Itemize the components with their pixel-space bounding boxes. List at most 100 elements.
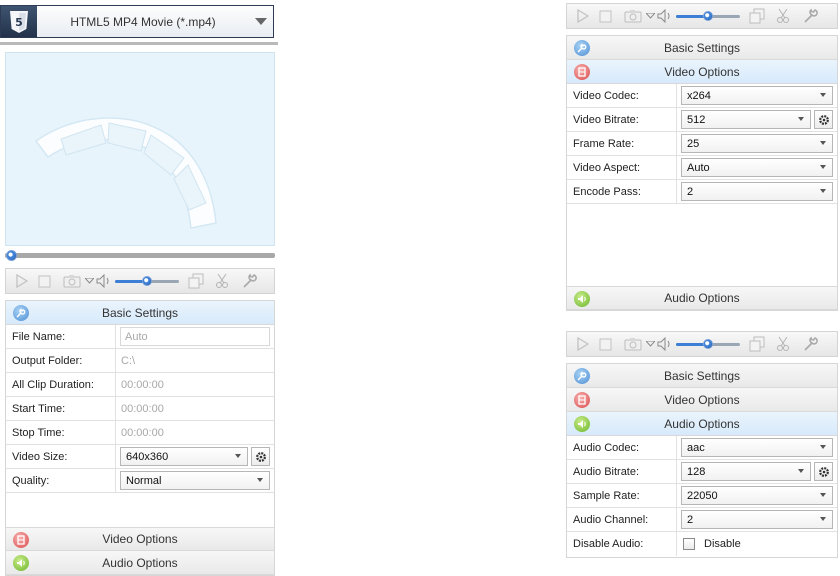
scissors-icon[interactable]: [211, 270, 233, 292]
basic-settings-header[interactable]: Basic Settings: [6, 301, 274, 325]
encode-pass-select[interactable]: 2: [681, 182, 833, 201]
snapshot-icon[interactable]: [622, 333, 644, 355]
basic-settings-title: Basic Settings: [663, 40, 741, 55]
audio-channel-select[interactable]: 2: [681, 510, 833, 529]
play-icon[interactable]: [572, 333, 594, 355]
player-toolbar-2: [566, 3, 838, 29]
video-aspect-label: Video Aspect:: [567, 156, 677, 179]
video-bitrate-select[interactable]: 512: [681, 110, 811, 129]
video-size-select[interactable]: 640x360: [120, 447, 248, 466]
audio-bitrate-value: 128: [687, 465, 706, 478]
audio-codec-select[interactable]: aac: [681, 438, 833, 457]
row-start-time: Start Time: 00:00:00: [6, 397, 274, 421]
basic-settings-header[interactable]: Basic Settings: [567, 364, 837, 388]
output-folder-value[interactable]: C:\: [120, 355, 135, 367]
speaker-icon: [13, 555, 29, 571]
file-name-placeholder: Auto: [125, 330, 148, 343]
snapshot-menu-chevron-icon[interactable]: [644, 5, 656, 27]
wrench-icon[interactable]: [800, 333, 822, 355]
stop-time-value[interactable]: 00:00:00: [120, 427, 164, 439]
row-frame-rate: Frame Rate: 25: [567, 132, 837, 156]
row-stop-time: Stop Time: 00:00:00: [6, 421, 274, 445]
volume-knob[interactable]: [703, 11, 713, 21]
chevron-down-icon: [798, 117, 804, 121]
volume-slider[interactable]: [674, 5, 742, 27]
video-size-label: Video Size:: [6, 445, 116, 468]
film-icon: [574, 392, 590, 408]
snapshot-menu-chevron-icon[interactable]: [644, 333, 656, 355]
copy-icon[interactable]: [746, 5, 768, 27]
stop-icon[interactable]: [33, 270, 55, 292]
row-quality: Quality: Normal: [6, 469, 274, 493]
video-codec-select[interactable]: x264: [681, 86, 833, 105]
speaker-icon: [574, 416, 590, 432]
speaker-icon: [574, 291, 590, 307]
video-options-header[interactable]: Video Options: [567, 388, 837, 412]
frame-rate-select[interactable]: 25: [681, 134, 833, 153]
video-options-header[interactable]: Video Options: [6, 527, 274, 551]
chevron-down-icon: [820, 445, 826, 449]
audio-options-header[interactable]: Audio Options: [567, 286, 837, 310]
chevron-down-icon: [820, 93, 826, 97]
gear-icon[interactable]: [814, 110, 833, 129]
wrench-icon: [574, 368, 590, 384]
scissors-icon[interactable]: [772, 333, 794, 355]
sample-rate-select[interactable]: 22050: [681, 486, 833, 505]
file-name-label: File Name:: [6, 325, 116, 348]
audio-options-title: Audio Options: [664, 291, 740, 305]
volume-icon[interactable]: [95, 270, 113, 292]
video-aspect-select[interactable]: Auto: [681, 158, 833, 177]
volume-slider[interactable]: [113, 270, 181, 292]
divider: [0, 42, 278, 45]
seek-knob[interactable]: [6, 250, 17, 261]
audio-options-header[interactable]: Audio Options: [567, 412, 837, 436]
snapshot-icon[interactable]: [61, 270, 83, 292]
gear-icon[interactable]: [814, 462, 833, 481]
chevron-down-icon: [820, 517, 826, 521]
quality-select[interactable]: Normal: [120, 471, 270, 490]
film-strip-icon: [34, 117, 217, 229]
row-output-folder: Output Folder: C:\: [6, 349, 274, 373]
video-aspect-value: Auto: [687, 161, 710, 174]
audio-channel-value: 2: [687, 513, 694, 526]
gear-icon[interactable]: [251, 447, 270, 466]
stop-icon[interactable]: [594, 333, 616, 355]
audio-bitrate-select[interactable]: 128: [681, 462, 811, 481]
volume-icon[interactable]: [656, 5, 674, 27]
disable-audio-checkbox[interactable]: [683, 538, 695, 550]
copy-icon[interactable]: [746, 333, 768, 355]
row-audio-codec: Audio Codec: aac: [567, 436, 837, 460]
audio-options-title: Audio Options: [664, 416, 740, 431]
copy-icon[interactable]: [185, 270, 207, 292]
stop-icon[interactable]: [594, 5, 616, 27]
all-clip-duration-value: 00:00:00: [121, 378, 164, 391]
play-icon[interactable]: [572, 5, 594, 27]
row-all-clip-duration: All Clip Duration: 00:00:00: [6, 373, 274, 397]
format-label: HTML5 MP4 Movie (*.mp4): [70, 14, 216, 29]
format-selector[interactable]: 5 HTML5 MP4 Movie (*.mp4): [0, 5, 274, 38]
volume-knob[interactable]: [142, 276, 152, 286]
volume-knob[interactable]: [703, 339, 713, 349]
frame-rate-value: 25: [687, 137, 700, 150]
player-toolbar-3: [566, 331, 838, 357]
audio-channel-label: Audio Channel:: [567, 508, 677, 531]
basic-settings-header[interactable]: Basic Settings: [567, 36, 837, 60]
snapshot-icon[interactable]: [622, 5, 644, 27]
wrench-icon[interactable]: [239, 270, 261, 292]
snapshot-menu-chevron-icon[interactable]: [83, 270, 95, 292]
video-options-header[interactable]: Video Options: [567, 60, 837, 84]
start-time-value[interactable]: 00:00:00: [120, 403, 164, 415]
file-name-input[interactable]: Auto: [120, 327, 270, 346]
audio-options-header[interactable]: Audio Options: [6, 551, 274, 575]
play-icon[interactable]: [11, 270, 33, 292]
wrench-icon[interactable]: [800, 5, 822, 27]
seek-slider[interactable]: [5, 250, 275, 261]
audio-codec-label: Audio Codec:: [567, 436, 677, 459]
row-disable-audio: Disable Audio: Disable: [567, 532, 837, 556]
volume-slider[interactable]: [674, 333, 742, 355]
start-time-label: Start Time:: [6, 397, 116, 420]
scissors-icon[interactable]: [772, 5, 794, 27]
volume-icon[interactable]: [656, 333, 674, 355]
chevron-down-icon[interactable]: [249, 6, 273, 37]
video-codec-label: Video Codec:: [567, 84, 677, 107]
